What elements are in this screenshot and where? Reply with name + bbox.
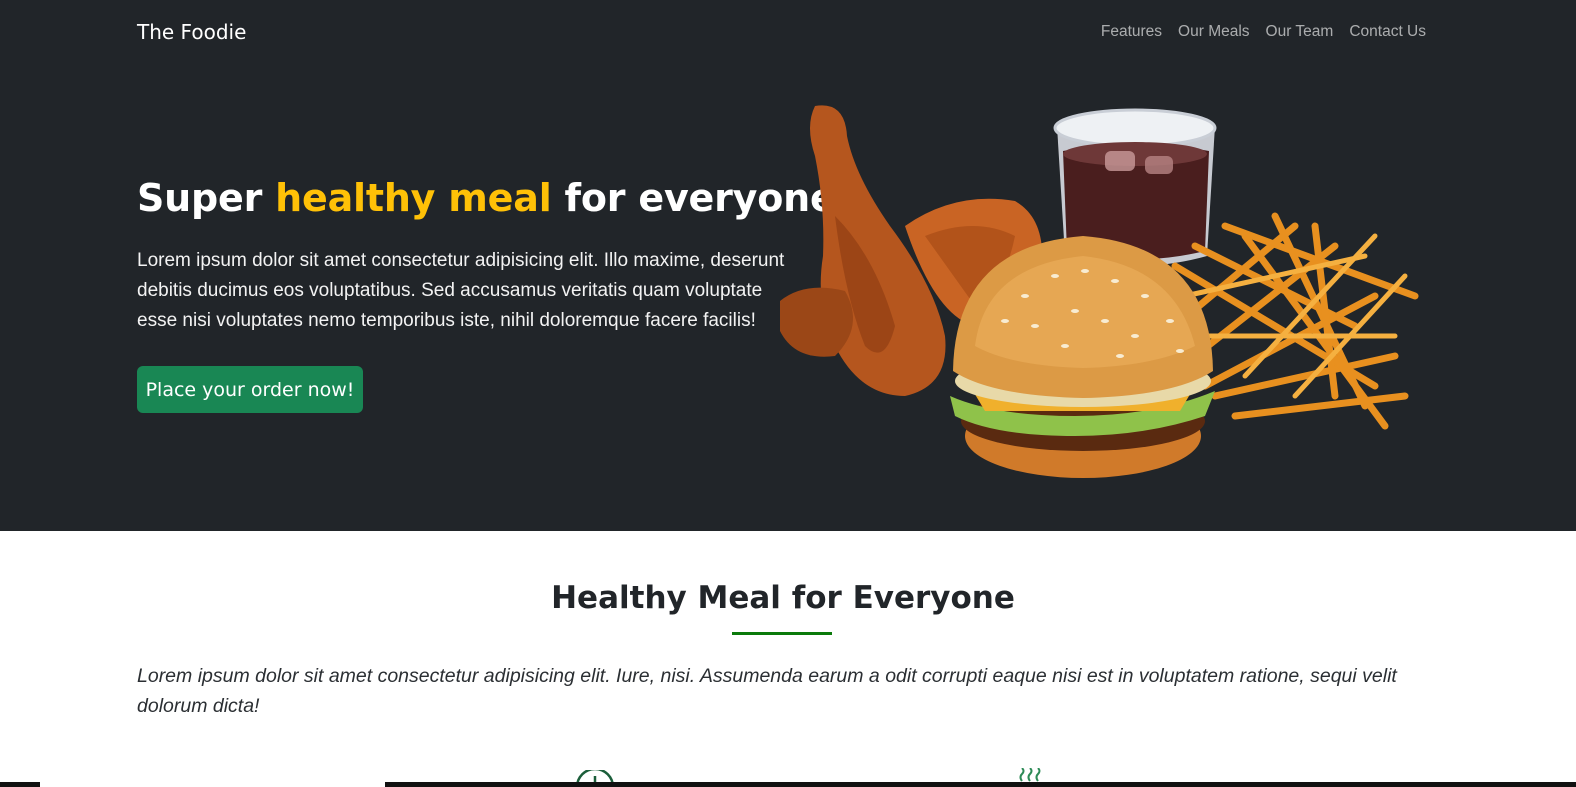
hero-title-accent: healthy meal [275, 176, 552, 220]
page-bottom-border [0, 782, 1576, 787]
hero-title-start: Super [137, 176, 276, 220]
steam-icon [1019, 768, 1041, 782]
features-section-title: Healthy Meal for Everyone [551, 580, 1015, 616]
nav-link-our-meals[interactable]: Our Meals [1178, 23, 1250, 41]
nav-link-features[interactable]: Features [1101, 23, 1162, 41]
hero-section: Super healthy meal for everyone Lorem ip… [0, 66, 1576, 531]
section-divider [732, 632, 832, 635]
nav-link-our-team[interactable]: Our Team [1266, 23, 1334, 41]
brand-logo[interactable]: The Foodie [137, 20, 246, 44]
hero-title: Super healthy meal for everyone [137, 176, 836, 220]
hero-description: Lorem ipsum dolor sit amet consectetur a… [137, 250, 785, 331]
place-order-button[interactable]: Place your order now! [137, 366, 363, 413]
burger-icon [950, 236, 1215, 478]
navbar: The Foodie Features Our Meals Our Team C… [0, 0, 1576, 66]
nav-links: Features Our Meals Our Team Contact Us [1101, 23, 1426, 41]
fast-food-meal-image [780, 105, 1419, 478]
features-section-description: Lorem ipsum dolor sit amet consectetur a… [137, 665, 1397, 717]
nav-link-contact-us[interactable]: Contact Us [1349, 23, 1426, 41]
